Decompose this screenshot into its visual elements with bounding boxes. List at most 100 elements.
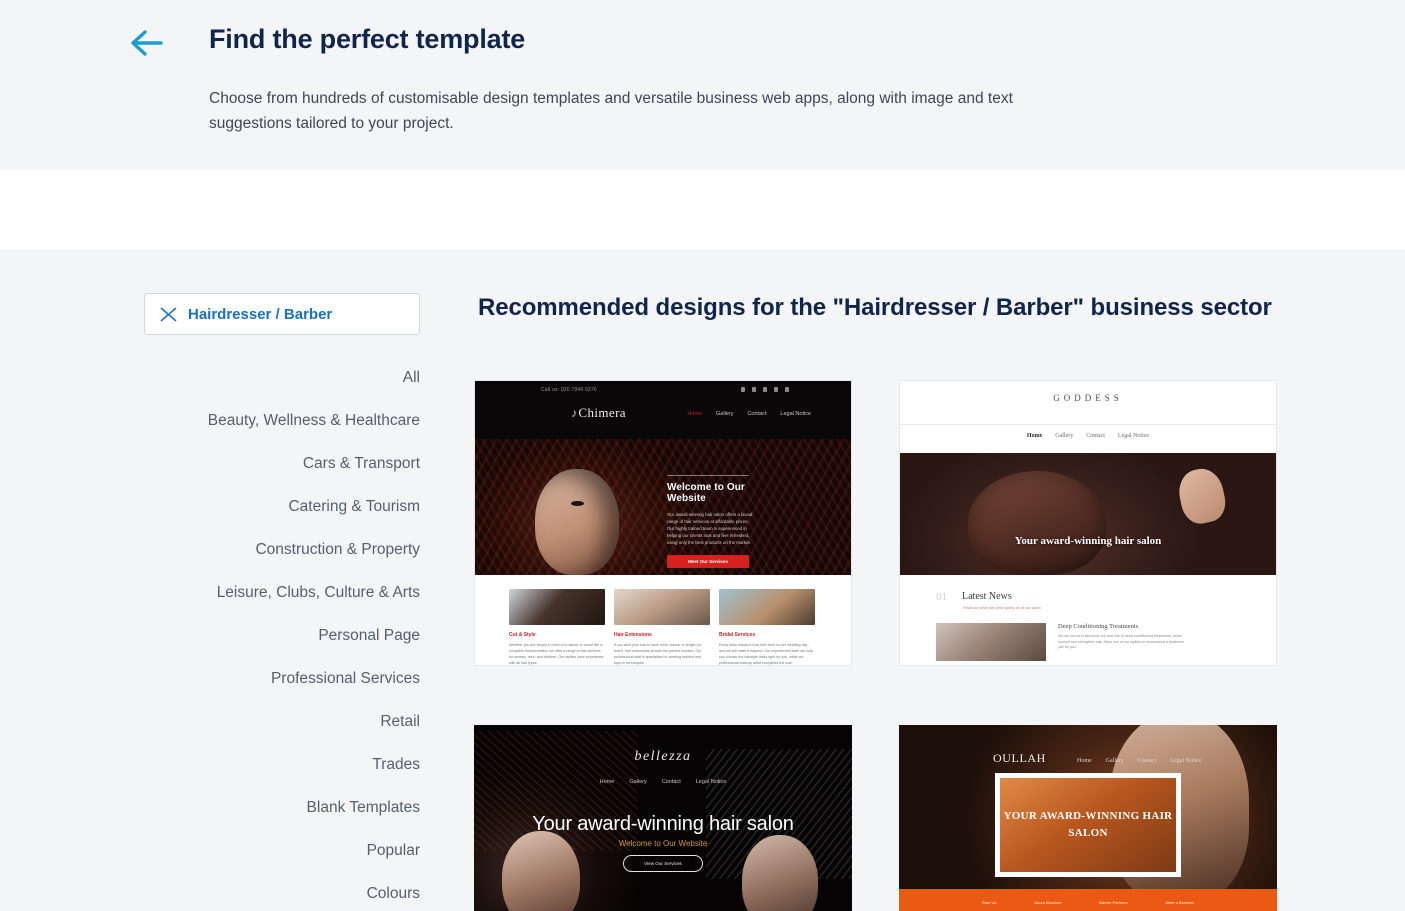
bellezza-nav-legal: Legal Notice	[695, 779, 727, 785]
sidebar-item-retail[interactable]: Retail	[144, 701, 420, 744]
chimera-hero-text: Welcome to Our Website Our award-winning…	[667, 475, 777, 568]
goddess-comb	[1130, 465, 1186, 495]
oullah-footer: Rate Us About Absalom Barber Partners Me…	[899, 889, 1277, 911]
oullah-nav-legal: Legal Notice	[1170, 758, 1202, 764]
sidebar-item-all[interactable]: All	[144, 357, 420, 400]
sidebar-item-popular[interactable]: Popular	[144, 830, 420, 873]
goddess-nav: Home Gallery Contact Legal Notice	[1027, 433, 1149, 439]
chimera-social-icons	[741, 387, 789, 392]
template-card-oullah[interactable]: OULLAH Home Gallery Contact Legal Notice…	[899, 725, 1277, 911]
goddess-hair-bun	[968, 471, 1106, 575]
sidebar-item-cars-transport[interactable]: Cars & Transport	[144, 443, 420, 486]
oullah-nav: Home Gallery Contact Legal Notice	[1077, 758, 1202, 764]
chimera-hero-body: Our award-winning hair salon offers a br…	[667, 512, 753, 545]
bellezza-hero-subtitle: Welcome to Our Website	[618, 839, 708, 848]
chimera-model-eye	[571, 501, 584, 506]
chimera-service-1-body: Whether you are simply in need of a hair…	[509, 643, 604, 665]
chimera-hero: Welcome to Our Website Our award-winning…	[475, 439, 851, 575]
sidebar-item-personal-page[interactable]: Personal Page	[144, 615, 420, 658]
chimera-logo-text: Chimera	[578, 405, 626, 420]
template-card-bellezza[interactable]: bellezza Home Gallery Contact Legal Noti…	[474, 725, 852, 911]
close-x-icon[interactable]	[159, 305, 178, 324]
template-card-chimera[interactable]: Call us: 020 7946 0376 ♪Chimera Home Gal…	[474, 380, 852, 666]
page-title: Find the perfect template	[209, 24, 526, 54]
chimera-service-1-title: Cut & Style	[509, 632, 536, 638]
chimera-hero-rule	[667, 475, 749, 476]
back-arrow-icon[interactable]	[129, 29, 163, 57]
goddess-hero-title: Your award-winning hair salon	[1014, 535, 1162, 547]
goddess-nav-home: Home	[1026, 433, 1043, 439]
chimera-service-3: Bridal Services Every bride wants to loo…	[719, 589, 815, 665]
oullah-footer-link-3: Barber Partners	[1099, 900, 1128, 905]
chimera-nav-legal: Legal Notice	[780, 411, 811, 417]
facebook-icon	[741, 387, 745, 392]
sidebar-item-catering-tourism[interactable]: Catering & Tourism	[144, 486, 420, 529]
goddess-nav-legal: Legal Notice	[1117, 433, 1150, 439]
chimera-service-3-body: Every bride wants to look their best on …	[719, 643, 814, 665]
bellezza-hero: bellezza Home Gallery Contact Legal Noti…	[474, 725, 852, 911]
oullah-footer-link-2: About Absalom	[1034, 900, 1062, 905]
oullah-logo: OULLAH	[993, 751, 1046, 765]
goddess-article: Deep Conditioning Treatments We are prou…	[936, 623, 1188, 661]
sidebar-item-professional-services[interactable]: Professional Services	[144, 658, 420, 701]
chimera-logo: ♪Chimera	[571, 405, 626, 421]
chimera-cta-button: Meet Our Services	[667, 555, 749, 568]
sidebar-item-beauty-wellness-healthcare[interactable]: Beauty, Wellness & Healthcare	[144, 400, 420, 443]
goddess-hero: Your award-winning hair salon	[900, 453, 1276, 575]
template-card-goddess[interactable]: GODDESS Home Gallery Contact Legal Notic…	[899, 380, 1277, 666]
oullah-footer-link-4: Meet a Barrister	[1165, 900, 1195, 905]
sidebar-item-construction-property[interactable]: Construction & Property	[144, 529, 420, 572]
results-heading: Recommended designs for the "Hairdresser…	[478, 294, 1272, 321]
goddess-section-subtitle: Read out what has been going on at our s…	[963, 606, 1041, 610]
bellezza-nav: Home Gallery Contact Legal Notice	[474, 779, 852, 785]
youtube-icon	[785, 387, 789, 392]
header-divider-band	[0, 170, 1405, 250]
active-filter-chip[interactable]: Hairdresser / Barber	[144, 293, 420, 335]
goddess-hand	[1174, 465, 1230, 527]
goddess-article-text: Deep Conditioning Treatments We are prou…	[1058, 623, 1188, 661]
chimera-phone: Call us: 020 7946 0376	[541, 387, 597, 393]
chimera-logo-mark: ♪	[571, 406, 578, 420]
oullah-nav-gallery: Gallery	[1105, 758, 1124, 764]
oullah-nav-contact: Contact	[1137, 758, 1157, 764]
chimera-nav-contact: Contact	[747, 411, 767, 417]
instagram-icon	[763, 387, 767, 392]
template-picker-page: Find the perfect template Choose from hu…	[0, 0, 1405, 911]
sidebar-item-trades[interactable]: Trades	[144, 744, 420, 787]
filter-sidebar: Hairdresser / Barber All Beauty, Wellnes…	[144, 293, 420, 911]
category-list: All Beauty, Wellness & Healthcare Cars &…	[144, 357, 420, 911]
sidebar-item-colours[interactable]: Colours	[144, 873, 420, 911]
chimera-nav: Home Gallery Contact Legal Notice	[687, 411, 811, 417]
oullah-hero-title: YOUR AWARD-WINNING HAIR SALON	[1003, 810, 1173, 839]
goddess-article-title: Deep Conditioning Treatments	[1058, 623, 1139, 630]
chimera-service-2-image	[614, 589, 710, 625]
bellezza-logo: bellezza	[634, 749, 692, 764]
chimera-nav-home: Home	[687, 411, 703, 417]
chimera-service-1-image	[509, 589, 605, 625]
chimera-service-2-title: Hair Extensions	[614, 632, 652, 638]
chimera-hair-texture	[475, 439, 851, 575]
goddess-news-section: 01 Latest News Read out what has been go…	[900, 575, 1276, 661]
goddess-section-number: 01	[936, 591, 947, 603]
bellezza-cta-button: View Our Services	[623, 855, 703, 872]
chimera-nav-gallery: Gallery	[716, 411, 734, 417]
chimera-services: Cut & Style Whether you are simply in ne…	[475, 575, 851, 665]
goddess-section-title: Latest News	[962, 591, 1012, 602]
oullah-nav-home: Home	[1077, 758, 1092, 764]
oullah-hero: OULLAH Home Gallery Contact Legal Notice…	[899, 725, 1277, 911]
sidebar-item-blank-templates[interactable]: Blank Templates	[144, 787, 420, 830]
chimera-model-face	[535, 469, 619, 575]
pinterest-icon	[774, 387, 778, 392]
chimera-topbar: Call us: 020 7946 0376 ♪Chimera Home Gal…	[475, 381, 851, 439]
goddess-nav-bar: Home Gallery Contact Legal Notice	[900, 425, 1276, 453]
bellezza-nav-home: Home	[599, 779, 615, 785]
chimera-service-3-image	[719, 589, 815, 625]
page-header: Find the perfect template Choose from hu…	[0, 0, 1405, 170]
sidebar-item-leisure-clubs-culture-arts[interactable]: Leisure, Clubs, Culture & Arts	[144, 572, 420, 615]
goddess-nav-contact: Contact	[1086, 433, 1105, 439]
chimera-service-1: Cut & Style Whether you are simply in ne…	[509, 589, 605, 665]
goddess-article-body: We are proud to introduce our new line o…	[1058, 634, 1185, 650]
goddess-article-image	[936, 623, 1046, 661]
active-filter-label: Hairdresser / Barber	[188, 305, 333, 323]
page-subtitle: Choose from hundreds of customisable des…	[209, 90, 1013, 132]
